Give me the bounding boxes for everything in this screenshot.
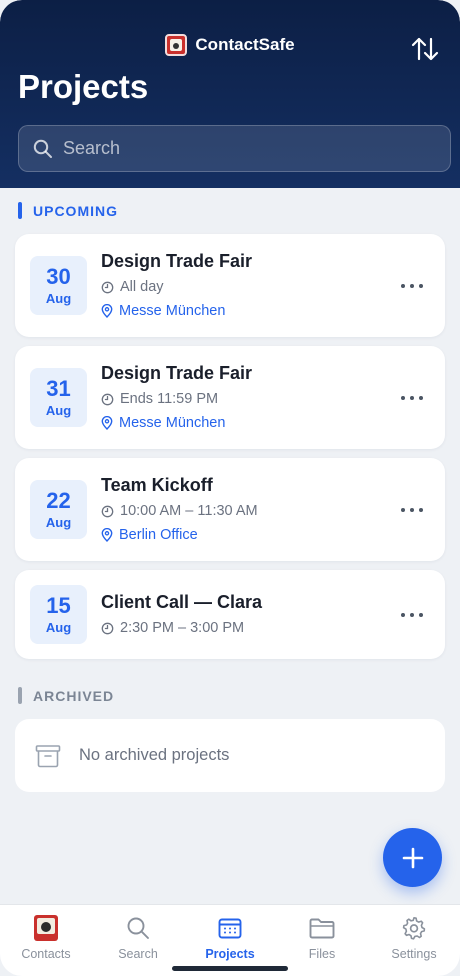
event-time-row: 10:00 AM – 11:30 AM — [101, 503, 258, 519]
tab-projects-icon-wrap — [218, 915, 242, 941]
sort-button[interactable] — [410, 34, 440, 64]
more-dot-icon — [401, 396, 405, 400]
date-badge: 22 Aug — [30, 480, 87, 539]
contacts-logo-icon — [34, 915, 58, 941]
more-dot-icon — [401, 508, 405, 512]
search-input[interactable] — [63, 138, 423, 159]
event-title: Design Trade Fair — [101, 363, 253, 383]
event-location-row: Berlin Office — [101, 527, 198, 543]
date-badge: 15 Aug — [30, 585, 87, 644]
date-day: 30 — [46, 264, 71, 289]
more-options-button[interactable] — [401, 607, 423, 623]
date-day: 15 — [46, 593, 71, 618]
event-location: Berlin Office — [119, 527, 198, 543]
tab-files[interactable]: Files — [276, 905, 368, 976]
contactsafe-logo-icon — [165, 34, 188, 56]
tab-contacts[interactable]: Contacts — [0, 905, 92, 976]
empty-state-text: No archived projects — [79, 746, 230, 764]
event-card[interactable]: 22 Aug Team Kickoff 10:00 AM – 11:30 AM … — [15, 458, 445, 561]
event-time-row: Ends 11:59 PM — [101, 391, 218, 407]
event-location: Messe München — [119, 303, 226, 319]
more-dot-icon — [419, 396, 423, 400]
more-dot-icon — [419, 508, 423, 512]
event-title: Design Trade Fair — [101, 251, 253, 271]
event-location-row: Messe München — [101, 303, 225, 319]
section-marker — [18, 202, 22, 219]
location-pin-icon — [101, 416, 113, 430]
event-card[interactable]: 30 Aug Design Trade Fair All day Messe M… — [15, 234, 445, 337]
event-time: 10:00 AM – 11:30 AM — [120, 503, 258, 519]
more-dot-icon — [410, 284, 414, 288]
date-day: 31 — [46, 376, 71, 401]
tab-label: Projects — [205, 947, 255, 961]
tab-label: Search — [118, 947, 158, 961]
date-month: Aug — [45, 403, 72, 418]
event-title: Client Call — Clara — [101, 592, 263, 612]
header: ContactSafe Projects — [0, 0, 460, 188]
calendar-icon — [218, 918, 242, 939]
section-archived: ARCHIVED — [18, 687, 114, 704]
more-options-button[interactable] — [401, 502, 423, 518]
more-dot-icon — [419, 613, 423, 617]
clock-icon — [101, 622, 114, 634]
more-dot-icon — [401, 613, 405, 617]
more-options-button[interactable] — [401, 278, 423, 294]
plus-icon — [402, 847, 423, 868]
folder-icon — [309, 918, 335, 939]
clock-icon — [101, 393, 114, 405]
date-month: Aug — [45, 515, 72, 530]
date-day: 22 — [46, 488, 71, 513]
more-dot-icon — [410, 508, 414, 512]
gear-icon — [402, 917, 426, 940]
page-title: Projects — [18, 68, 149, 105]
app-screen: ContactSafe Projects UPCOMING 30 Aug Des… — [0, 0, 460, 976]
search-bar[interactable] — [18, 125, 451, 172]
date-badge: 31 Aug — [30, 368, 87, 427]
tab-label: Settings — [391, 947, 437, 961]
tab-settings-icon-wrap — [402, 915, 426, 941]
archive-box-icon — [35, 744, 61, 767]
more-dot-icon — [401, 284, 405, 288]
sort-arrows-icon — [411, 37, 439, 61]
event-card[interactable]: 31 Aug Design Trade Fair Ends 11:59 PM M… — [15, 346, 445, 449]
tab-files-icon-wrap — [309, 915, 335, 941]
tab-search[interactable]: Search — [92, 905, 184, 976]
event-time-row: 2:30 PM – 3:00 PM — [101, 620, 244, 636]
search-icon — [33, 139, 52, 158]
archived-empty-state: No archived projects — [15, 719, 445, 792]
event-time: 2:30 PM – 3:00 PM — [120, 620, 245, 636]
home-indicator — [172, 966, 288, 971]
event-time: All day — [120, 279, 164, 295]
add-project-button[interactable] — [383, 828, 442, 887]
event-time-row: All day — [101, 279, 164, 295]
more-dot-icon — [419, 284, 423, 288]
search-icon — [127, 917, 149, 939]
section-upcoming-label: UPCOMING — [33, 202, 118, 219]
clock-icon — [101, 505, 114, 517]
tab-settings[interactable]: Settings — [368, 905, 460, 976]
event-title: Team Kickoff — [101, 475, 213, 495]
clock-icon — [101, 281, 114, 293]
tab-contacts-icon-wrap — [34, 915, 58, 941]
tab-label: Files — [308, 947, 336, 961]
section-marker — [18, 687, 22, 704]
event-location: Messe München — [119, 415, 226, 431]
app-name: ContactSafe — [195, 35, 295, 54]
event-card[interactable]: 15 Aug Client Call — Clara 2:30 PM – 3:0… — [15, 570, 445, 659]
tab-search-icon-wrap — [126, 915, 150, 941]
brand: ContactSafe — [0, 34, 460, 56]
date-month: Aug — [45, 291, 72, 306]
location-pin-icon — [101, 528, 113, 542]
event-location-row: Messe München — [101, 415, 225, 431]
section-upcoming: UPCOMING — [18, 202, 118, 219]
date-badge: 30 Aug — [30, 256, 87, 315]
event-time: Ends 11:59 PM — [120, 391, 219, 407]
location-pin-icon — [101, 304, 113, 318]
date-month: Aug — [45, 620, 72, 635]
more-options-button[interactable] — [401, 390, 423, 406]
more-dot-icon — [410, 396, 414, 400]
tab-label: Contacts — [21, 947, 71, 961]
more-dot-icon — [410, 613, 414, 617]
section-archived-label: ARCHIVED — [33, 687, 115, 704]
